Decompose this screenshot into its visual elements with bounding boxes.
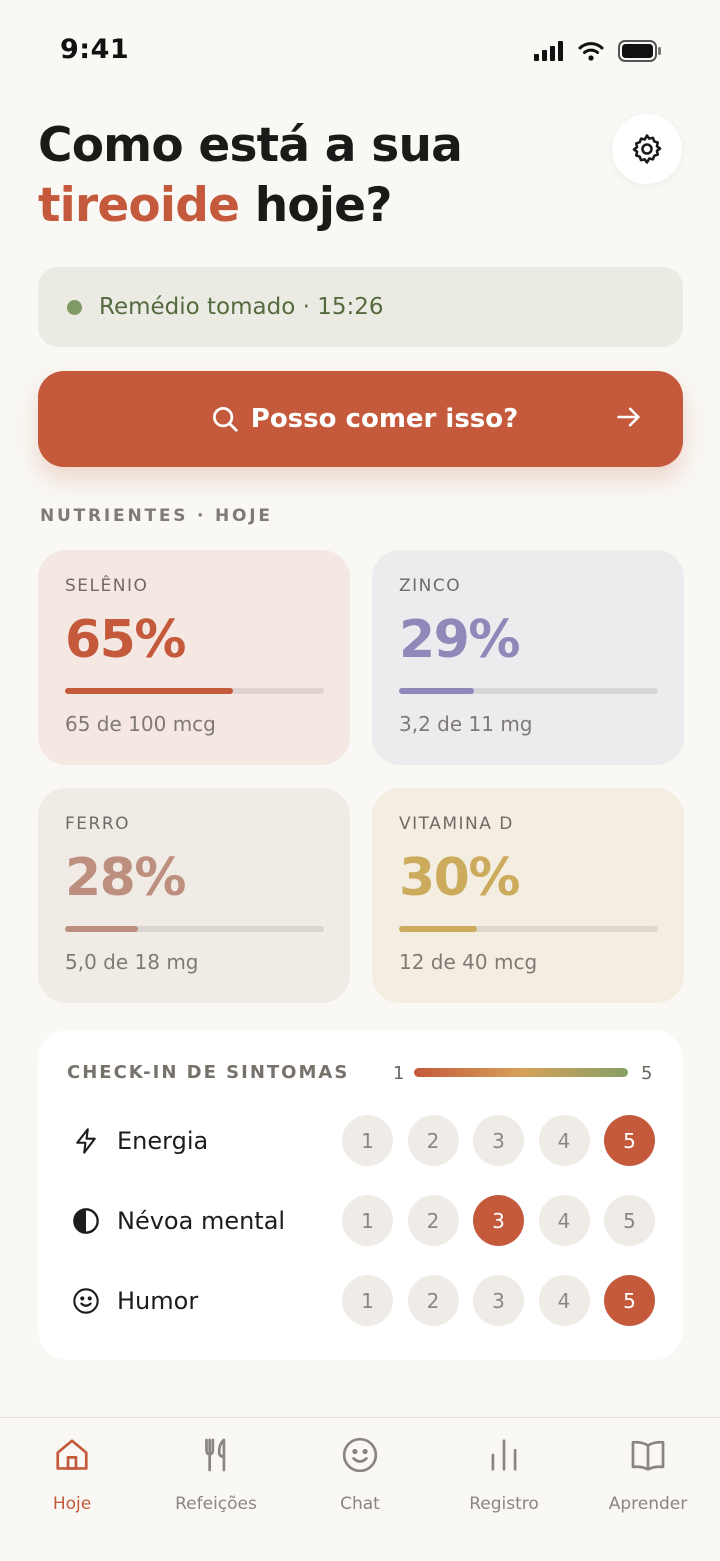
status-bar: 9:41 bbox=[0, 0, 720, 100]
nutrient-name: FERRO bbox=[65, 814, 131, 834]
progress-track bbox=[65, 926, 324, 932]
nutrient-amount: 5,0 de 18 mg bbox=[65, 950, 199, 974]
book-icon bbox=[631, 1440, 665, 1471]
scale-min-label: 1 bbox=[393, 1063, 405, 1084]
symptom-label: Névoa mental bbox=[117, 1207, 286, 1235]
signal-icon bbox=[534, 41, 563, 61]
nutrient-percent: 29% bbox=[399, 610, 520, 670]
nutrient-percent: 28% bbox=[65, 848, 186, 908]
nutrient-amount: 12 de 40 mcg bbox=[399, 950, 538, 974]
smiley-icon bbox=[73, 1288, 99, 1314]
nutrient-card-ferro[interactable]: FERRO 28% 5,0 de 18 mg bbox=[38, 788, 350, 1003]
page-title: Como está a sua tireoide hoje? bbox=[38, 116, 578, 236]
tab-registro[interactable]: Registro bbox=[432, 1418, 576, 1528]
tab-label: Chat bbox=[340, 1494, 380, 1514]
rating-button-4[interactable]: 4 bbox=[538, 1275, 590, 1326]
search-button-label: Posso comer isso? bbox=[250, 404, 519, 434]
progress-track bbox=[399, 688, 658, 694]
home-icon bbox=[56, 1439, 88, 1470]
title-line2: hoje? bbox=[239, 178, 393, 233]
rating-button-3[interactable]: 3 bbox=[473, 1195, 524, 1246]
scale-max-label: 5 bbox=[641, 1063, 653, 1084]
nutrient-name: VITAMINA D bbox=[399, 814, 514, 834]
nutrient-card-selenio[interactable]: SELÊNIO 65% 65 de 100 mcg bbox=[38, 550, 350, 765]
rating-button-3[interactable]: 3 bbox=[473, 1275, 524, 1326]
nutrients-section-label: NUTRIENTES · HOJE bbox=[40, 506, 273, 526]
battery-icon bbox=[618, 40, 661, 62]
gear-icon bbox=[632, 134, 662, 164]
tab-label: Refeições bbox=[175, 1494, 257, 1514]
tab-label: Hoje bbox=[52, 1494, 92, 1514]
title-line1: Como está a sua bbox=[38, 118, 463, 173]
rating-button-1[interactable]: 1 bbox=[342, 1195, 393, 1246]
utensils-icon bbox=[205, 1438, 226, 1472]
nutrient-card-zinco[interactable]: ZINCO 29% 3,2 de 11 mg bbox=[372, 550, 684, 765]
lightning-icon bbox=[76, 1128, 96, 1154]
rating-button-1[interactable]: 1 bbox=[342, 1275, 393, 1326]
home-screen: 9:41 Como está a sua tireoide hoje? Remé… bbox=[0, 0, 720, 1561]
rating-button-5[interactable]: 5 bbox=[604, 1275, 655, 1326]
tab-chat[interactable]: Chat bbox=[288, 1418, 432, 1528]
can-i-eat-this-button[interactable]: Posso comer isso? bbox=[38, 371, 683, 467]
arrow-right-icon bbox=[617, 407, 640, 427]
rating-button-1[interactable]: 1 bbox=[342, 1115, 393, 1166]
rating-button-2[interactable]: 2 bbox=[407, 1275, 459, 1326]
rating-button-4[interactable]: 4 bbox=[538, 1195, 590, 1246]
nutrient-amount: 3,2 de 11 mg bbox=[399, 712, 533, 736]
rating-button-5[interactable]: 5 bbox=[604, 1195, 655, 1246]
status-time: 9:41 bbox=[60, 34, 130, 65]
wifi-icon bbox=[578, 42, 604, 61]
progress-fill bbox=[399, 926, 477, 932]
rating-button-2[interactable]: 2 bbox=[407, 1195, 459, 1246]
smiley-icon bbox=[342, 1437, 378, 1473]
rating-button-3[interactable]: 3 bbox=[473, 1115, 524, 1166]
progress-track bbox=[65, 688, 324, 694]
symptom-label: Humor bbox=[117, 1287, 199, 1315]
nutrient-percent: 30% bbox=[399, 848, 520, 908]
symptom-row-humor: Humor 12345 bbox=[38, 1275, 683, 1327]
progress-fill bbox=[399, 688, 475, 694]
progress-fill bbox=[65, 688, 234, 694]
nutrient-name: SELÊNIO bbox=[65, 576, 149, 596]
symptom-checkin-card: CHECK-IN DE SINTOMAS 1 5 Energia 12345 N… bbox=[38, 1030, 683, 1360]
tab-label: Registro bbox=[469, 1494, 539, 1514]
search-icon bbox=[213, 407, 238, 432]
tab-aprender[interactable]: Aprender bbox=[576, 1418, 720, 1528]
nutrient-percent: 65% bbox=[65, 610, 186, 670]
status-icons bbox=[534, 40, 662, 62]
medication-status[interactable]: Remédio tomado · 15:26 bbox=[38, 267, 683, 347]
rating-button-2[interactable]: 2 bbox=[407, 1115, 459, 1166]
bottom-tab-bar: Hoje Refeições Chat Registro Aprender bbox=[0, 1417, 720, 1561]
half-circle-icon bbox=[73, 1208, 99, 1234]
rating-button-5[interactable]: 5 bbox=[604, 1115, 655, 1166]
tab-hoje[interactable]: Hoje bbox=[0, 1418, 144, 1528]
nutrient-card-vitamina-d[interactable]: VITAMINA D 30% 12 de 40 mcg bbox=[372, 788, 684, 1003]
symptom-row-energia: Energia 12345 bbox=[38, 1115, 683, 1167]
rating-button-4[interactable]: 4 bbox=[538, 1115, 590, 1166]
settings-button[interactable] bbox=[612, 114, 682, 184]
symptom-checkin-title: CHECK-IN DE SINTOMAS bbox=[67, 1062, 350, 1083]
bar-chart-icon bbox=[491, 1439, 517, 1471]
symptom-row-nevoa-mental: Névoa mental 12345 bbox=[38, 1195, 683, 1247]
status-dot bbox=[67, 299, 82, 315]
medication-status-text: Remédio tomado · 15:26 bbox=[99, 294, 384, 320]
nutrient-amount: 65 de 100 mcg bbox=[65, 712, 216, 736]
nutrient-name: ZINCO bbox=[399, 576, 462, 596]
progress-track bbox=[399, 926, 658, 932]
tab-label: Aprender bbox=[608, 1494, 688, 1514]
title-accent-word: tireoide bbox=[38, 178, 240, 233]
tab-refeicoes[interactable]: Refeições bbox=[144, 1418, 288, 1528]
progress-fill bbox=[65, 926, 138, 932]
symptom-label: Energia bbox=[117, 1127, 209, 1155]
scale-gradient-bar bbox=[414, 1068, 628, 1077]
